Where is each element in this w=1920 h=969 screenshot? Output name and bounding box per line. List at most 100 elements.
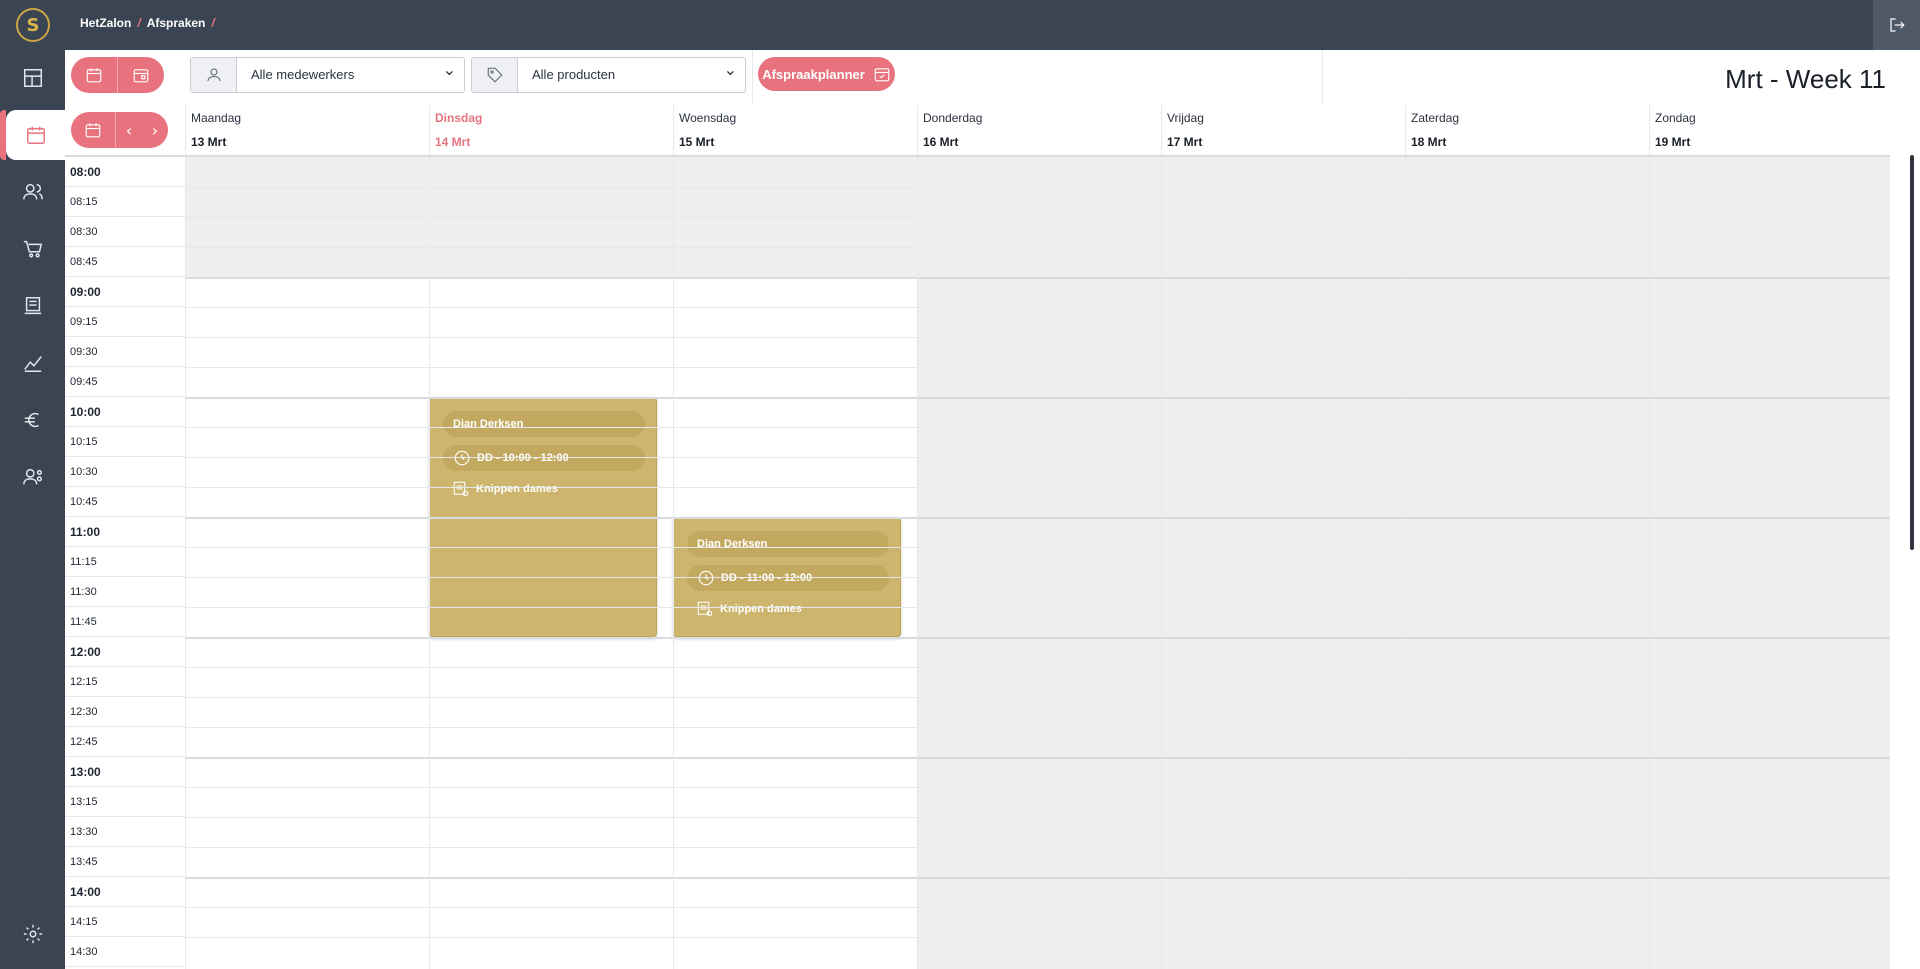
grid-row-line — [185, 427, 917, 428]
grid-row-line — [185, 727, 917, 728]
breadcrumb: HetZalon / Afspraken / — [80, 16, 215, 30]
sidebar-item-calendar[interactable] — [0, 110, 65, 160]
grid-column-line — [1161, 157, 1162, 969]
service-list-icon — [453, 481, 469, 497]
day-date: 16 Mrt — [923, 135, 959, 149]
week-view-button[interactable] — [71, 57, 117, 93]
calendar-icon — [86, 68, 102, 83]
time-range: DD - 10:00 - 12:00 — [477, 452, 569, 464]
grid-column-line — [917, 157, 918, 969]
day-date: 13 Mrt — [191, 135, 227, 149]
time-slot-label: 12:15 — [65, 667, 185, 697]
calendar-check-icon — [874, 68, 890, 82]
logout-button[interactable] — [1873, 0, 1920, 50]
time-slot-label: 08:00 — [65, 157, 185, 187]
day-date: 17 Mrt — [1167, 135, 1203, 149]
grid-row-line — [185, 607, 917, 608]
time-slot-label: 10:45 — [65, 487, 185, 517]
logo-letter: S — [26, 14, 40, 36]
sidebar-item-settings[interactable] — [0, 909, 65, 959]
grid-row-line — [185, 307, 917, 308]
day-view-button[interactable] — [118, 57, 164, 93]
day-header-thursday[interactable]: Donderdag 16 Mrt — [917, 105, 1161, 155]
appointment-product: Knippen dames — [696, 600, 802, 618]
product-select[interactable]: Alle producten — [471, 57, 746, 93]
appointment-planner-button[interactable]: Afspraakplanner — [758, 57, 895, 91]
day-header-sunday[interactable]: Zondag 19 Mrt — [1649, 105, 1890, 155]
day-name: Woensdag — [679, 111, 737, 125]
grid-row-line — [185, 397, 1890, 399]
day-name: Zaterdag — [1411, 111, 1460, 125]
day-header-friday[interactable]: Vrijdag 17 Mrt — [1161, 105, 1405, 155]
clock-icon — [454, 450, 470, 466]
planner-button-label: Afspraakplanner — [762, 66, 865, 82]
time-slot-label: 11:00 — [65, 517, 185, 547]
appointment-client: Dian Derksen — [443, 411, 645, 437]
dashboard-icon — [23, 69, 42, 87]
employee-select[interactable]: Alle medewerkers — [190, 57, 465, 93]
grid-row-line — [185, 757, 1890, 759]
grid-row-line — [185, 817, 917, 818]
day-name: Donderdag — [923, 111, 983, 125]
sidebar-item-shop[interactable] — [0, 224, 65, 274]
grid-row-line — [185, 577, 917, 578]
sidebar-item-dashboard[interactable] — [0, 53, 65, 103]
tag-icon — [472, 58, 518, 92]
product-select-value: Alle producten — [518, 58, 745, 92]
day-date: 14 Mrt — [435, 135, 471, 149]
time-slot-label: 09:30 — [65, 337, 185, 367]
day-header-monday[interactable]: Maandag 13 Mrt — [185, 105, 429, 155]
appointment-product: Knippen dames — [452, 480, 558, 498]
grid-column-line — [185, 157, 186, 969]
time-slot-label: 14:30 — [65, 937, 185, 967]
product-name: Knippen dames — [720, 603, 802, 615]
time-slot-label: 12:00 — [65, 637, 185, 667]
time-slot-label: 11:45 — [65, 607, 185, 637]
day-name: Dinsdag — [435, 111, 483, 125]
grid-column-line — [429, 157, 430, 969]
sidebar-item-finance[interactable] — [0, 395, 65, 445]
calendar-scrollbar[interactable] — [1910, 155, 1914, 550]
grid-row-line — [185, 337, 917, 338]
chart-icon — [23, 356, 42, 372]
divider — [1322, 50, 1323, 105]
sidebar-item-register[interactable] — [0, 281, 65, 331]
view-toggle — [71, 57, 164, 93]
grid-row-line — [185, 247, 917, 248]
gear-icon — [23, 924, 42, 944]
appointment-time: DD - 10:00 - 12:00 — [443, 445, 645, 471]
app-logo[interactable]: S — [16, 8, 50, 42]
client-name: Dian Derksen — [697, 538, 768, 550]
calendar-grid[interactable]: Dian Derksen DD - 10:00 - 12:00 Knippen … — [185, 157, 1890, 969]
breadcrumb-separator: / — [211, 16, 215, 30]
client-name: Dian Derksen — [453, 418, 524, 430]
closed-days-block — [917, 277, 1890, 969]
day-header-wednesday[interactable]: Woensdag 15 Mrt — [673, 105, 917, 155]
time-slot-label: 13:00 — [65, 757, 185, 787]
grid-row-line — [185, 187, 917, 188]
grid-row-line — [185, 907, 917, 908]
week-title: Mrt - Week 11 — [1725, 64, 1886, 94]
time-slot-label: 12:30 — [65, 697, 185, 727]
time-slot-label: 09:15 — [65, 307, 185, 337]
employees-icon — [22, 468, 42, 485]
day-date: 18 Mrt — [1411, 135, 1447, 149]
logout-icon — [1889, 18, 1905, 32]
sidebar-item-employees[interactable] — [0, 452, 65, 502]
time-slot-label: 14:00 — [65, 877, 185, 907]
breadcrumb-item-appointments[interactable]: Afspraken — [147, 16, 206, 30]
sidebar-item-reports[interactable] — [0, 338, 65, 388]
breadcrumb-item-salon[interactable]: HetZalon — [80, 16, 131, 30]
day-date: 15 Mrt — [679, 135, 715, 149]
grid-row-line — [185, 937, 917, 938]
day-header-saturday[interactable]: Zaterdag 18 Mrt — [1405, 105, 1649, 155]
grid-row-line — [185, 667, 917, 668]
sidebar-item-customers[interactable] — [0, 167, 65, 217]
time-slot-label: 10:00 — [65, 397, 185, 427]
day-header-tuesday[interactable]: Dinsdag 14 Mrt — [429, 105, 673, 155]
time-slot-label: 10:15 — [65, 427, 185, 457]
grid-row-line — [185, 787, 917, 788]
grid-column-line — [1649, 157, 1650, 969]
service-list-icon — [697, 601, 713, 617]
grid-row-line — [185, 217, 917, 218]
